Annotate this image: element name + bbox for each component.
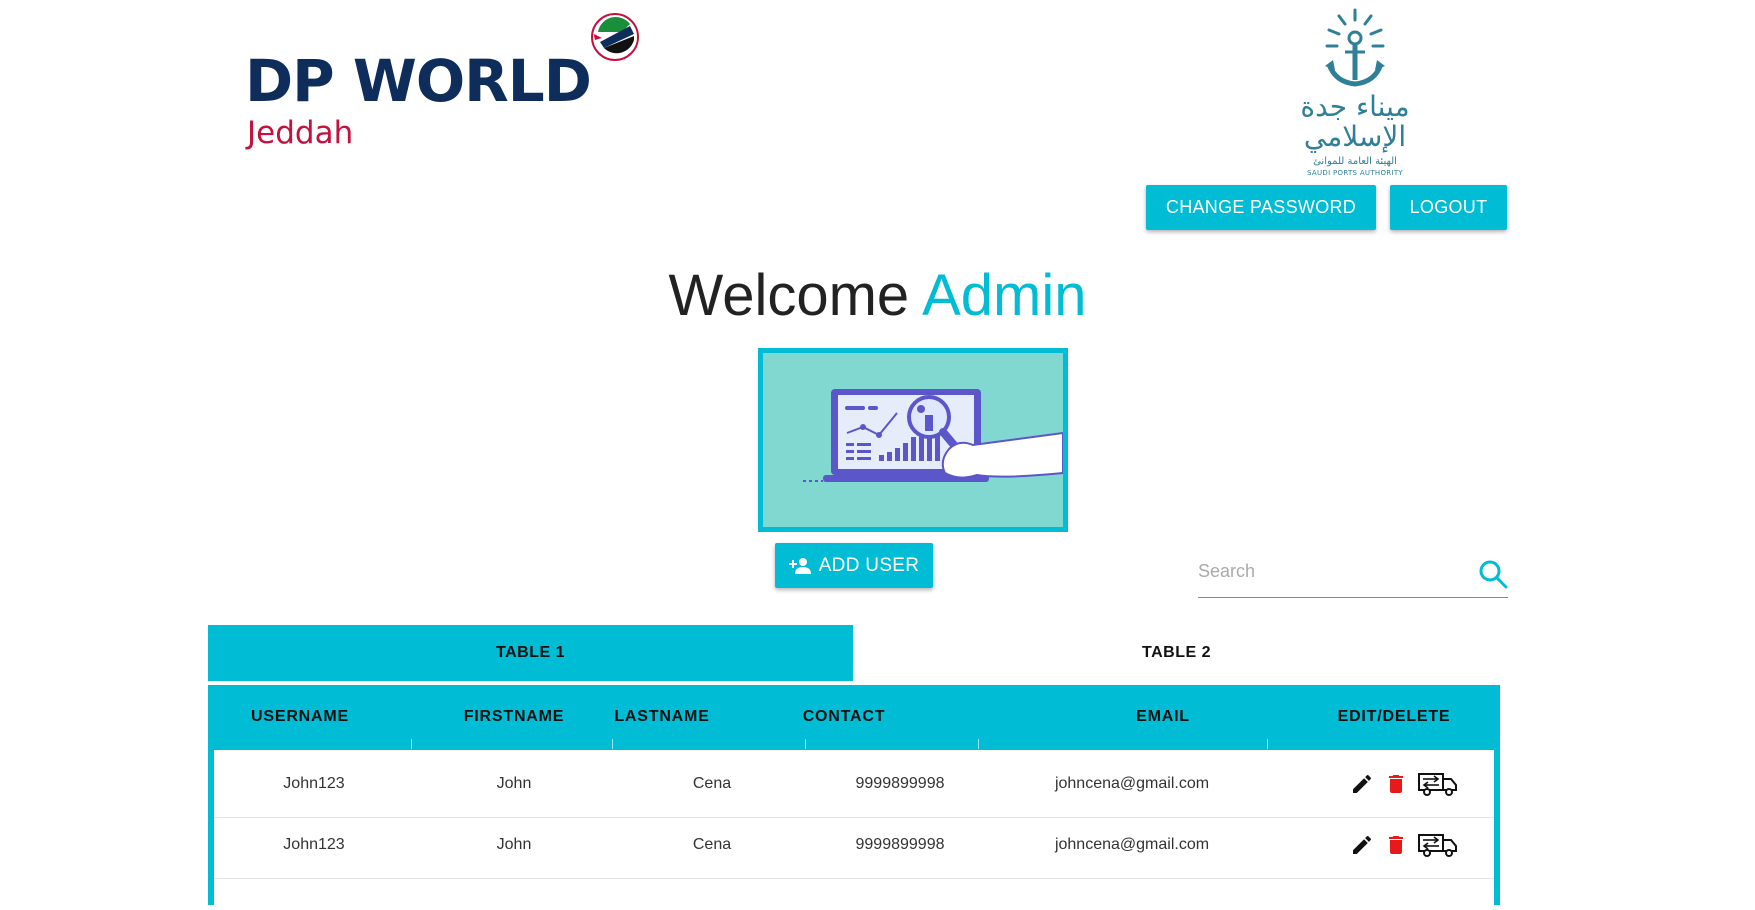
welcome-username: Admin [922,263,1087,328]
uae-flag-emblem-icon [591,13,639,61]
tab-table-1[interactable]: TABLE 1 [208,625,853,681]
port-authority-english: SAUDI PORTS AUTHORITY [1307,169,1403,177]
edit-icon[interactable] [1350,833,1374,857]
edit-icon[interactable] [1350,772,1374,796]
column-divider[interactable] [612,739,613,749]
anchor-sun-icon [1325,8,1385,87]
add-user-button[interactable]: ADD USER [775,543,933,588]
analytics-laptop-illustration [803,389,1063,482]
users-table: USERNAME FIRSTNAME LASTNAME CONTACT EMAI… [208,685,1500,910]
add-user-label: ADD USER [818,554,920,576]
truck-transfer-icon[interactable] [1418,832,1458,858]
cell-contact: 9999899998 [855,774,945,792]
dashboard-illustration [758,348,1068,532]
column-header-username[interactable]: USERNAME [208,685,392,749]
cell-username: John123 [283,774,345,792]
delete-icon[interactable] [1384,772,1408,796]
column-divider[interactable] [978,739,979,749]
column-divider[interactable] [411,739,412,749]
brand-city: Jeddah [247,115,354,151]
tab-table-2[interactable]: TABLE 2 [853,625,1500,681]
cell-contact: 9999899998 [855,835,945,853]
cell-actions [1314,811,1494,878]
port-authority-arabic: الهيئة العامة للموانئ [1313,156,1397,167]
cell-firstname: John [496,835,532,853]
cell-lastname: Cena [692,835,732,853]
welcome-heading: Welcome Admin [0,262,1755,329]
brand-name: DP WORLD [245,47,592,115]
search-icon[interactable] [1478,559,1508,589]
cell-firstname: John [496,774,532,792]
column-header-contact[interactable]: CONTACT [728,685,960,749]
column-divider[interactable] [1267,739,1268,749]
table-row: John123 John Cena 9999899998 johncena@gm… [214,811,1494,879]
cell-actions [1314,750,1494,817]
truck-transfer-icon[interactable] [1418,771,1458,797]
change-password-button[interactable]: CHANGE PASSWORD [1146,185,1376,230]
dp-world-logo: DP WORLD Jeddah [245,12,645,151]
search-input[interactable] [1198,553,1468,589]
column-divider[interactable] [805,739,806,749]
cell-email: johncena@gmail.com [1054,835,1210,853]
delete-icon[interactable] [1384,833,1408,857]
logout-button[interactable]: LOGOUT [1390,185,1507,230]
table-row: John123 John Cena 9999899998 johncena@gm… [214,750,1494,818]
table-header: USERNAME FIRSTNAME LASTNAME CONTACT EMAI… [208,685,1500,749]
table-body: John123 John Cena 9999899998 johncena@gm… [214,750,1494,910]
port-name-arabic-line2: الإسلامي [1303,120,1407,153]
column-header-actions: EDIT/DELETE [1337,708,1451,725]
add-person-icon [788,557,811,574]
jeddah-port-logo: ميناء جدة الإسلامي الهيئة العامة للموانئ… [1295,8,1415,178]
cell-username: John123 [283,835,345,853]
cell-lastname: Cena [692,774,732,792]
table-tabs: TABLE 1 TABLE 2 [208,625,1500,681]
port-name-arabic-line1: ميناء جدة [1300,90,1410,123]
cell-email: johncena@gmail.com [1054,774,1210,792]
search-box [1198,553,1508,598]
welcome-greeting: Welcome [668,263,910,328]
